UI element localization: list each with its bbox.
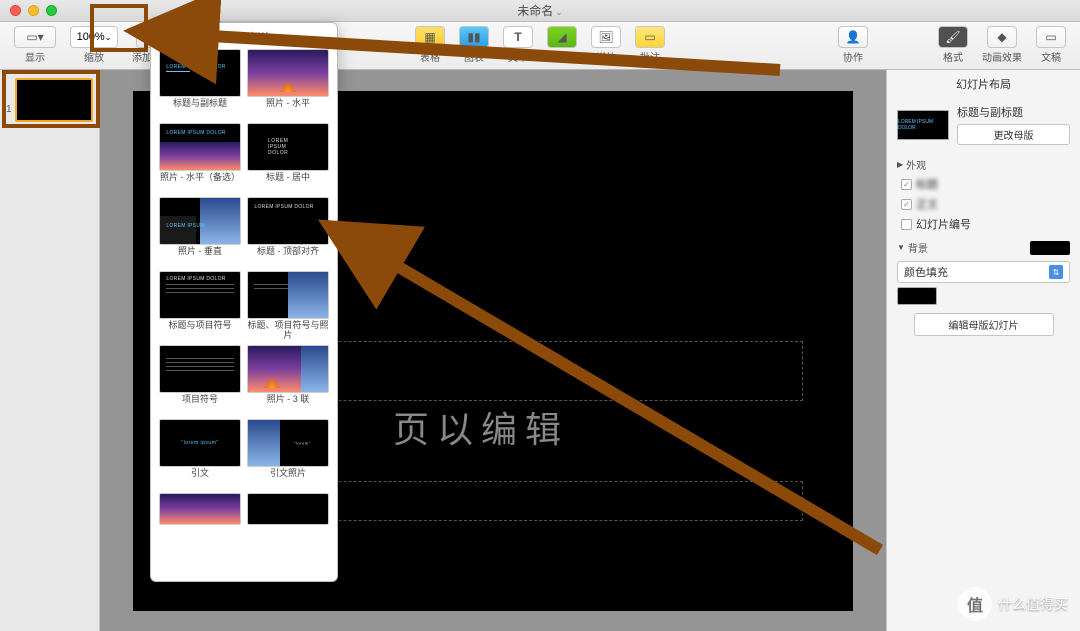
annotation-rect-toolbar <box>90 4 148 52</box>
collab-button[interactable]: 👤 协作 <box>832 26 874 64</box>
chart-icon: ▮▮ <box>459 26 489 48</box>
edit-hint-text: 页以编辑 <box>393 401 569 453</box>
body-checkbox-row[interactable]: ✓正文 <box>887 194 1080 214</box>
chevron-down-icon: ⌄ <box>555 7 563 17</box>
layout-option[interactable]: 标题、项目符号与照片 <box>247 271 329 341</box>
document-icon: ▭ <box>1036 26 1066 48</box>
popover-title: 添加幻灯片 <box>151 23 337 49</box>
minimize-window-button[interactable] <box>28 5 39 16</box>
layout-option[interactable]: 项目符号 <box>159 345 241 415</box>
change-master-button[interactable]: 更改母版 <box>957 124 1070 145</box>
edit-master-button[interactable]: 编辑母版幻灯片 <box>914 313 1054 336</box>
watermark: 值 什么值得买 <box>958 587 1068 621</box>
animate-button[interactable]: ◆ 动画效果 <box>976 26 1028 64</box>
media-button[interactable]: 🖼 媒体 <box>585 26 627 64</box>
animate-icon: ◆ <box>987 26 1017 48</box>
collab-icon: 👤 <box>838 26 868 48</box>
chart-button[interactable]: ▮▮ 图表 <box>453 26 495 64</box>
layout-option[interactable]: LOREM IPSUM DOLOR 标题与项目符号 <box>159 271 241 341</box>
fullscreen-window-button[interactable] <box>46 5 57 16</box>
layout-option[interactable]: LOREM IPSUM DOLOR 照片 - 水平（备选） <box>159 123 241 193</box>
layout-option[interactable]: 照片 - 水平 <box>247 49 329 119</box>
layout-option[interactable]: LOREM IPSUM DOLOR 标题与副标题 <box>159 49 241 119</box>
layout-option[interactable] <box>159 493 241 525</box>
view-button[interactable]: ▭▾ 显示 <box>8 26 62 64</box>
media-icon: 🖼 <box>591 26 621 48</box>
watermark-icon: 值 <box>958 587 992 621</box>
table-button[interactable]: ▦ 表格 <box>409 26 451 64</box>
layout-option[interactable]: "lorem" 引文照片 <box>247 419 329 489</box>
background-fill-select[interactable]: 颜色填充⇅ <box>897 261 1070 283</box>
view-icon: ▭▾ <box>14 26 56 48</box>
window-controls <box>10 5 57 16</box>
titlebar: 未命名⌄ <box>0 0 1080 22</box>
appearance-heading: ▶外观 <box>887 151 1080 174</box>
format-button[interactable]: 🖌 格式 <box>932 26 974 64</box>
layout-option[interactable]: 照片 - 3 联 <box>247 345 329 415</box>
format-icon: 🖌 <box>938 26 968 48</box>
inspector-panel: 幻灯片布局 LOREM IPSUM DOLOR 标题与副标题 更改母版 ▶外观 … <box>886 70 1080 631</box>
slide-navigator[interactable]: 1 <box>0 70 100 631</box>
document-title[interactable]: 未命名⌄ <box>517 2 563 19</box>
watermark-text: 什么值得买 <box>998 594 1068 614</box>
text-button[interactable]: T 文本 <box>497 26 539 64</box>
layout-option[interactable]: LOREM IPSUM DOLOR 标题 - 居中 <box>247 123 329 193</box>
background-color-swatch[interactable] <box>897 287 937 305</box>
add-slide-popover: 添加幻灯片 LOREM IPSUM DOLOR 标题与副标题 照片 - 水平 L… <box>150 22 338 582</box>
annotation-rect-thumb <box>2 70 100 128</box>
layout-option[interactable] <box>247 493 329 525</box>
title-checkbox-row[interactable]: ✓标题 <box>887 174 1080 194</box>
layout-thumb: LOREM IPSUM DOLOR <box>897 110 949 140</box>
layout-option[interactable]: "lorem ipsum" 引文 <box>159 419 241 489</box>
inspector-title: 幻灯片布局 <box>887 70 1080 98</box>
text-icon: T <box>503 26 533 48</box>
comment-button[interactable]: ▭ 批注 <box>629 26 671 64</box>
document-button[interactable]: ▭ 文稿 <box>1030 26 1072 64</box>
shape-button[interactable]: ◢ 形状 <box>541 26 583 64</box>
layout-option[interactable]: LOREM IPSUM 照片 - 垂直 <box>159 197 241 267</box>
table-icon: ▦ <box>415 26 445 48</box>
layout-name: 标题与副标题 <box>957 104 1070 120</box>
shape-icon: ◢ <box>547 26 577 48</box>
comment-icon: ▭ <box>635 26 665 48</box>
slidenum-checkbox-row[interactable]: 幻灯片编号 <box>887 214 1080 234</box>
close-window-button[interactable] <box>10 5 21 16</box>
background-heading[interactable]: ▼背景 <box>887 234 1080 257</box>
layout-option[interactable]: LOREM IPSUM DOLOR 标题 - 顶部对齐 <box>247 197 329 267</box>
